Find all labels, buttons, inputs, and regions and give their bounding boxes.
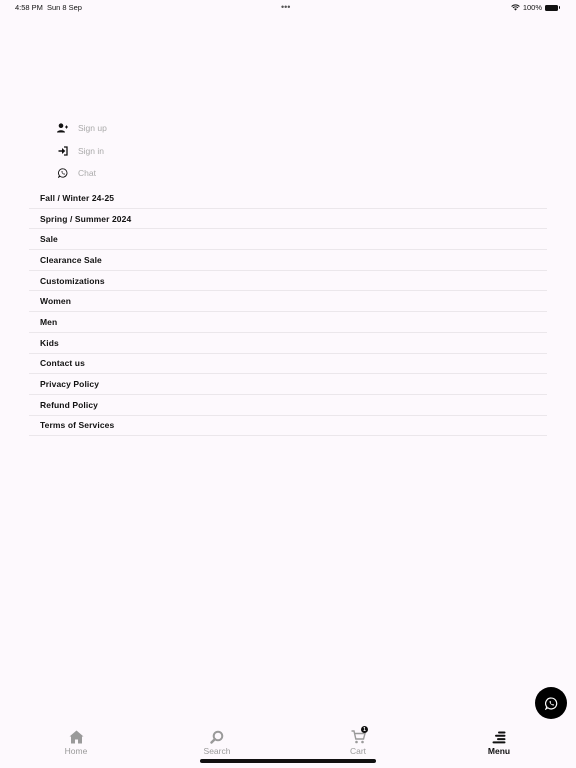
home-icon <box>68 729 84 745</box>
whatsapp-icon <box>57 168 68 179</box>
menu-item-sale[interactable]: Sale <box>29 229 547 251</box>
battery-icon <box>545 4 560 11</box>
status-bar: 4:58 PM Sun 8 Sep ••• 100% <box>0 0 576 16</box>
menu-item-women[interactable]: Women <box>29 291 547 313</box>
menu-item-privacy-policy[interactable]: Privacy Policy <box>29 374 547 395</box>
tab-search-label: Search <box>203 746 231 756</box>
sign-up-link[interactable]: Sign up <box>57 117 107 140</box>
whatsapp-chat-button[interactable] <box>535 687 567 719</box>
menu-item-men[interactable]: Men <box>29 312 547 333</box>
sign-up-label: Sign up <box>78 123 107 134</box>
tab-menu-label: Menu <box>487 746 511 756</box>
account-actions: Sign up Sign in Chat <box>57 117 107 185</box>
home-indicator <box>200 759 376 763</box>
tab-search[interactable]: Search <box>177 726 257 756</box>
tab-cart-label: Cart <box>349 746 367 756</box>
menu-icon <box>491 729 507 745</box>
menu-item-customizations[interactable]: Customizations <box>29 271 547 292</box>
tab-home-label: Home <box>64 746 88 756</box>
sign-in-label: Sign in <box>78 145 104 156</box>
battery-percent: 100% <box>522 3 542 12</box>
menu-item-terms-of-services[interactable]: Terms of Services <box>29 416 547 437</box>
menu-item-clearance-sale[interactable]: Clearance Sale <box>29 250 547 271</box>
status-time-date: 4:58 PM Sun 8 Sep <box>15 3 82 12</box>
sign-in-link[interactable]: Sign in <box>57 140 107 163</box>
status-right: 100% <box>511 3 560 12</box>
status-date: Sun 8 Sep <box>46 3 82 12</box>
menu-item-kids[interactable]: Kids <box>29 333 547 354</box>
menu-item-spring-summer[interactable]: Spring / Summer 2024 <box>29 209 547 230</box>
tab-cart[interactable]: 1 Cart <box>318 726 398 756</box>
sign-in-icon <box>57 145 68 156</box>
chat-link[interactable]: Chat <box>57 162 107 185</box>
status-time: 4:58 PM <box>15 3 43 12</box>
cart-icon: 1 <box>350 726 368 745</box>
search-icon <box>209 729 225 745</box>
menu-list: Fall / Winter 24-25 Spring / Summer 2024… <box>29 188 547 437</box>
whatsapp-icon <box>544 696 557 710</box>
menu-item-contact-us[interactable]: Contact us <box>29 354 547 375</box>
multitask-dots[interactable]: ••• <box>281 2 290 12</box>
tab-home[interactable]: Home <box>36 726 116 756</box>
chat-label: Chat <box>78 168 96 179</box>
cart-badge: 1 <box>361 726 368 733</box>
menu-item-fall-winter[interactable]: Fall / Winter 24-25 <box>29 188 547 209</box>
add-user-icon <box>57 123 68 134</box>
menu-item-refund-policy[interactable]: Refund Policy <box>29 395 547 416</box>
tab-menu[interactable]: Menu <box>459 726 539 756</box>
wifi-icon <box>511 4 520 11</box>
